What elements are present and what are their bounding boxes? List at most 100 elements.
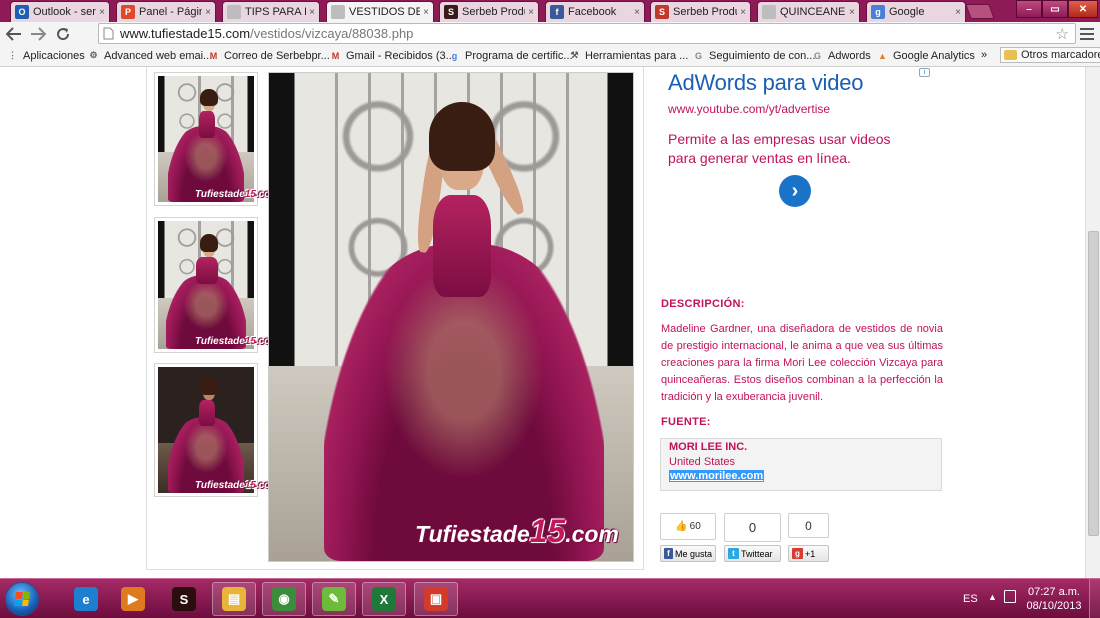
tab-6[interactable]: f Facebook × bbox=[545, 1, 645, 22]
tab-4[interactable]: VESTIDOS DE 1× bbox=[326, 1, 434, 22]
bookmark-7[interactable]: G Seguimiento de con... bbox=[692, 49, 815, 62]
tab-9[interactable]: g Google × bbox=[866, 1, 966, 22]
gallery-thumbnail-2[interactable]: Tufiestade15.com bbox=[154, 217, 279, 353]
watermark-logo: Tufiestade15.com bbox=[195, 336, 280, 347]
close-tab-icon[interactable]: × bbox=[528, 7, 534, 18]
bookmark-2[interactable]: ⚙ Advanced web emai... bbox=[87, 49, 212, 62]
close-tab-icon[interactable]: × bbox=[205, 7, 211, 18]
tab-label: Outlook - sergi bbox=[33, 6, 96, 18]
bookmark-9[interactable]: ▲ Google Analytics bbox=[876, 49, 975, 62]
vertical-scrollbar[interactable] bbox=[1085, 67, 1100, 578]
forward-button[interactable] bbox=[28, 24, 48, 44]
maximize-button[interactable]: ▭ bbox=[1042, 0, 1068, 18]
system-clock[interactable]: 07:27 a.m. 08/10/2013 bbox=[1024, 585, 1084, 613]
taskbar-serbeb-app-button[interactable]: S bbox=[162, 582, 206, 616]
taskbar-excel-button[interactable]: X bbox=[362, 582, 406, 616]
adwords-ad[interactable]: i AdWords para video www.youtube.com/yt/… bbox=[668, 68, 933, 285]
serbeb-icon: S bbox=[444, 5, 458, 19]
language-indicator[interactable]: ES bbox=[963, 593, 978, 605]
twitter-bird-icon: t bbox=[728, 548, 739, 559]
tab-3[interactable]: TIPS PARA ESC× bbox=[222, 1, 320, 22]
close-tab-icon[interactable]: × bbox=[99, 7, 105, 18]
tab-1[interactable]: O Outlook - sergi× bbox=[10, 1, 110, 22]
taskbar-app-green-button[interactable]: ✎ bbox=[312, 582, 356, 616]
bookmark-label: Aplicaciones bbox=[23, 49, 85, 62]
reload-button[interactable] bbox=[53, 24, 73, 44]
taskbar-app-red-button[interactable]: ▣ bbox=[414, 582, 458, 616]
tab-label: Facebook bbox=[568, 6, 617, 18]
other-bookmarks-folder[interactable]: Otros marcadores bbox=[1000, 47, 1100, 63]
close-tab-icon[interactable]: × bbox=[423, 7, 429, 18]
serbeb-app-icon: S bbox=[172, 587, 196, 611]
google-plus-icon: g bbox=[792, 548, 803, 559]
windows-logo-icon bbox=[14, 592, 30, 606]
close-tab-icon[interactable]: × bbox=[309, 7, 315, 18]
gmail-icon: M bbox=[331, 50, 340, 61]
tab-2[interactable]: P Panel - Página× bbox=[116, 1, 216, 22]
page-icon bbox=[762, 5, 776, 19]
ad-url[interactable]: www.youtube.com/yt/advertise bbox=[668, 102, 933, 116]
bookmark-6[interactable]: ⚒ Herramientas para ... bbox=[568, 49, 688, 62]
close-tab-icon[interactable]: × bbox=[849, 7, 855, 18]
tab-strip: OOutlook - sergi×PPanel - Página×TIPS PA… bbox=[0, 0, 1100, 22]
google-icon: G bbox=[694, 50, 702, 61]
chrome-menu-button[interactable] bbox=[1080, 25, 1094, 41]
close-tab-icon[interactable]: × bbox=[634, 7, 640, 18]
gplus-button[interactable]: g +1 bbox=[788, 545, 829, 562]
new-tab-button[interactable] bbox=[965, 4, 995, 19]
outlook-icon: O bbox=[15, 5, 29, 19]
bookmark-5[interactable]: g Programa de certific... bbox=[448, 49, 573, 62]
windows-taskbar: e ▶ S ▤ ◉ ✎ X ▣ ES ▲ 07:27 a.m. 08/10/2013 bbox=[0, 578, 1100, 618]
close-tab-icon[interactable]: × bbox=[740, 7, 746, 18]
twitter-count: 0 bbox=[724, 513, 781, 542]
tab-7[interactable]: S Serbeb Produc× bbox=[650, 1, 751, 22]
taskbar-explorer-button[interactable]: ▤ bbox=[212, 582, 256, 616]
gallery-thumbnail-1[interactable]: Tufiestade15.com bbox=[154, 72, 279, 206]
excel-icon: X bbox=[372, 587, 396, 611]
tab-label: VESTIDOS DE 1 bbox=[349, 6, 420, 18]
source-link[interactable]: www.morilee.com bbox=[669, 470, 765, 482]
tab-label: Panel - Página bbox=[139, 6, 202, 18]
apps-icon: ⋮ bbox=[8, 50, 17, 60]
bookmark-label: Correo de Serbebpr... bbox=[224, 49, 330, 62]
tab-label: Serbeb Produc bbox=[462, 6, 525, 18]
bookmark-3[interactable]: M Correo de Serbebpr... bbox=[207, 49, 330, 62]
bookmark-label: Advanced web emai... bbox=[104, 49, 213, 62]
watermark-logo: Tufiestade15.com bbox=[195, 480, 280, 491]
facebook-icon: f bbox=[550, 5, 564, 19]
bookmark-1[interactable]: ⋮ Aplicaciones bbox=[6, 49, 85, 62]
tab-5[interactable]: S Serbeb Produc× bbox=[439, 1, 539, 22]
close-tab-icon[interactable]: × bbox=[955, 7, 961, 18]
tab-label: TIPS PARA ESC bbox=[245, 6, 306, 18]
address-bar[interactable]: www.tufiestade15.com/vestidos/vizcaya/88… bbox=[98, 23, 1076, 44]
scrollbar-thumb[interactable] bbox=[1088, 231, 1099, 536]
twitter-button[interactable]: t Twittear bbox=[724, 545, 781, 562]
taskbar-chrome-button[interactable]: ◉ bbox=[262, 582, 306, 616]
start-button[interactable] bbox=[5, 582, 39, 616]
network-icon[interactable] bbox=[1004, 590, 1016, 603]
gallery-thumbnail-3[interactable]: Tufiestade15.com bbox=[154, 363, 279, 497]
dress-photo bbox=[158, 221, 254, 349]
bookmark-label: Gmail - Recibidos (3... bbox=[346, 49, 455, 62]
tray-expand-icon[interactable]: ▲ bbox=[988, 592, 997, 602]
ie-icon: e bbox=[74, 587, 98, 611]
facebook-like-button[interactable]: f Me gusta bbox=[660, 545, 716, 562]
back-button[interactable] bbox=[4, 24, 24, 44]
panel-icon: P bbox=[121, 5, 135, 19]
bookmarks-overflow-button[interactable]: » bbox=[981, 49, 987, 61]
tab-8[interactable]: QUINCEANERA× bbox=[757, 1, 860, 22]
bookmark-star-icon[interactable]: ☆ bbox=[1056, 25, 1069, 43]
bookmark-8[interactable]: G Adwords bbox=[811, 49, 871, 62]
taskbar-ie-button[interactable]: e bbox=[64, 582, 108, 616]
close-window-button[interactable]: ✕ bbox=[1068, 0, 1098, 18]
tab-label: QUINCEANERA bbox=[780, 6, 846, 18]
ad-description: Permite a las empresas usar videos para … bbox=[668, 131, 891, 166]
ad-info-icon[interactable]: i bbox=[919, 68, 930, 77]
ad-title[interactable]: AdWords para video bbox=[668, 70, 933, 96]
bookmark-4[interactable]: M Gmail - Recibidos (3... bbox=[329, 49, 455, 62]
ad-arrow-button[interactable]: › bbox=[779, 175, 811, 207]
show-desktop-button[interactable] bbox=[1089, 579, 1100, 618]
taskbar-media-player-button[interactable]: ▶ bbox=[111, 582, 155, 616]
minimize-button[interactable]: – bbox=[1016, 0, 1042, 18]
google-icon: G bbox=[813, 50, 821, 61]
